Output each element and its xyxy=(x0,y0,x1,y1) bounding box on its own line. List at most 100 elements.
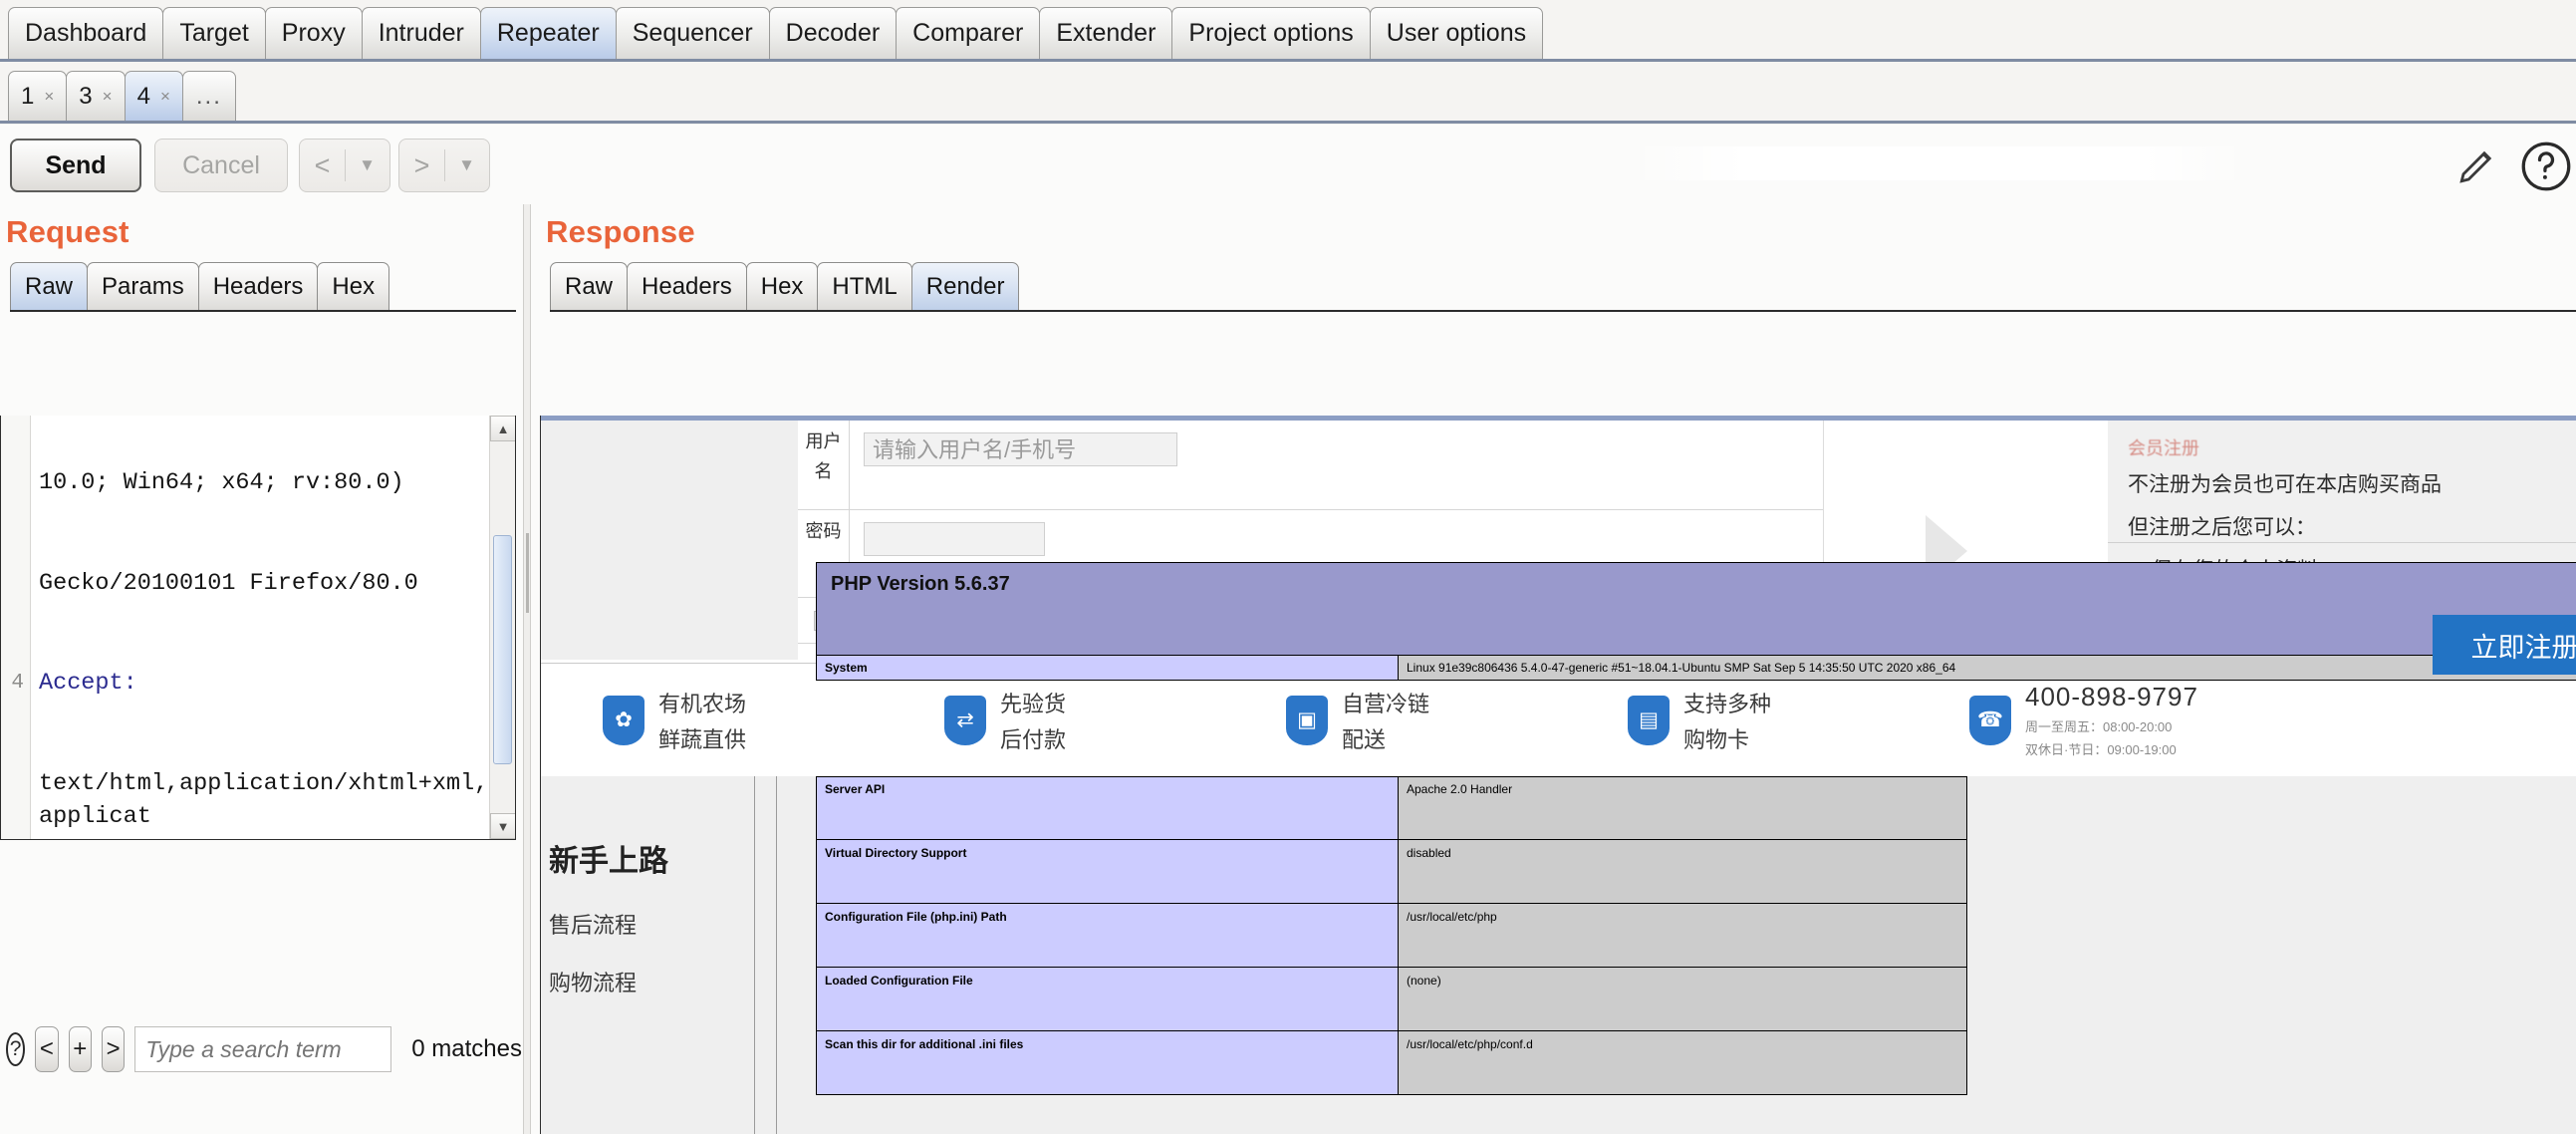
cancel-button[interactable]: Cancel xyxy=(154,139,288,192)
password-input[interactable] xyxy=(864,522,1045,556)
request-scrollbar[interactable]: ▲ ▼ xyxy=(489,416,515,839)
response-tab-raw[interactable]: Raw xyxy=(550,262,629,310)
scroll-down-icon[interactable]: ▼ xyxy=(490,813,515,839)
phpinfo-row: Scan this dir for additional .ini files … xyxy=(816,1031,1967,1095)
search-prev-button[interactable]: < xyxy=(35,1026,59,1072)
repeater-tab-4[interactable]: 4 × xyxy=(124,71,183,121)
request-tab-headers[interactable]: Headers xyxy=(197,262,319,310)
main-tab-label: Sequencer xyxy=(632,19,753,47)
go-back-button[interactable]: < ▼ xyxy=(299,139,390,192)
main-tab-decoder[interactable]: Decoder xyxy=(768,7,898,59)
phpinfo-key: Loaded Configuration File xyxy=(816,968,1399,1031)
pencil-icon[interactable] xyxy=(2456,144,2498,186)
response-tab-bar: Raw Headers Hex HTML Render xyxy=(550,262,2576,312)
phpinfo-row: Configuration File (php.ini) Path /usr/l… xyxy=(816,904,1967,968)
service-line-2: 购物卡 xyxy=(1683,726,1750,752)
footer-column-beginner: 新手上路 售后流程 购物流程 xyxy=(549,836,848,1023)
repeater-tab-label: ... xyxy=(195,82,222,110)
chevron-left-icon: < xyxy=(314,149,331,180)
close-icon[interactable]: × xyxy=(103,87,113,107)
main-tab-dashboard[interactable]: Dashboard xyxy=(8,7,164,59)
go-forward-button[interactable]: > ▼ xyxy=(398,139,490,192)
tab-label: Params xyxy=(102,272,184,300)
response-tab-html[interactable]: HTML xyxy=(817,262,912,310)
header-key: Accept: xyxy=(39,670,137,697)
divider xyxy=(776,776,777,1134)
tab-label: Headers xyxy=(212,272,304,300)
main-tab-repeater[interactable]: Repeater xyxy=(479,7,617,59)
response-tab-render[interactable]: Render xyxy=(910,262,1020,310)
search-add-button[interactable]: + xyxy=(68,1026,92,1072)
response-tab-headers[interactable]: Headers xyxy=(627,262,747,310)
main-tab-comparer[interactable]: Comparer xyxy=(896,7,1041,59)
response-tab-hex[interactable]: Hex xyxy=(745,262,819,310)
main-tab-project-options[interactable]: Project options xyxy=(1171,7,1371,59)
phpinfo-row: Loaded Configuration File (none) xyxy=(816,968,1967,1031)
close-icon[interactable]: × xyxy=(44,87,54,107)
repeater-tab-new[interactable]: ... xyxy=(181,71,236,121)
search-input[interactable] xyxy=(134,1026,392,1072)
service-line-2: 后付款 xyxy=(1000,726,1067,752)
code-line: 10.0; Win64; x64; rv:80.0) xyxy=(1,466,489,500)
phpinfo-key: System xyxy=(816,655,1399,681)
main-tab-user-options[interactable]: User options xyxy=(1369,7,1544,59)
request-search-bar: ? < + > 0 matches xyxy=(0,1018,522,1080)
scrollbar-thumb[interactable] xyxy=(493,535,512,764)
service-item-hotline: ☎ 400-898-9797 周一至周五：08:00-20:00 双休日·节日：… xyxy=(1969,682,2311,758)
scroll-up-icon[interactable]: ▲ xyxy=(490,416,515,441)
footer-link[interactable]: 购物流程 xyxy=(549,966,848,997)
service-line-1: 先验货 xyxy=(1000,691,1067,716)
cold-chain-truck-icon: ▣ xyxy=(1286,695,1328,745)
service-item-cold-chain: ▣ 自营冷链 配送 xyxy=(1286,687,1628,754)
tab-label: Hex xyxy=(332,272,376,300)
hotline-weekend-hours: 双休日·节日：09:00-19:00 xyxy=(2025,742,2177,757)
main-tab-label: Dashboard xyxy=(25,19,147,47)
service-line-2: 配送 xyxy=(1342,726,1387,752)
page-footer: 新手上路 售后流程 购物流程 手机常识 如何分辨原装电池 如何分辨水货手机 配送… xyxy=(541,776,2576,1134)
username-input[interactable]: 请输入用户名/手机号 xyxy=(864,432,1177,466)
repeater-tab-1[interactable]: 1 × xyxy=(8,71,68,121)
chevron-down-icon[interactable]: ▼ xyxy=(346,155,389,175)
service-line-1: 支持多种 xyxy=(1683,691,1772,716)
send-button[interactable]: Send xyxy=(10,139,141,192)
help-icon[interactable] xyxy=(2520,141,2572,192)
request-tab-hex[interactable]: Hex xyxy=(317,262,390,310)
main-tab-sequencer[interactable]: Sequencer xyxy=(615,7,770,59)
tab-label: Raw xyxy=(25,272,74,300)
main-tab-label: Comparer xyxy=(912,19,1024,47)
register-heading: 会员注册 xyxy=(2128,438,2199,458)
request-tab-raw[interactable]: Raw xyxy=(10,262,89,310)
panel-split-handle[interactable] xyxy=(523,204,531,1134)
phone-icon: ☎ xyxy=(1969,695,2011,745)
request-tab-params[interactable]: Params xyxy=(87,262,199,310)
repeater-tab-3[interactable]: 3 × xyxy=(66,71,126,121)
phpinfo-value: (none) xyxy=(1399,968,1967,1031)
phpinfo-value: Apache 2.0 Handler xyxy=(1399,776,1967,840)
response-panel-title: Response xyxy=(546,214,695,249)
footer-column-title: 新手上路 xyxy=(549,845,668,878)
phpinfo-value: disabled xyxy=(1399,840,1967,904)
chevron-down-icon[interactable]: ▼ xyxy=(445,155,489,175)
close-icon[interactable]: × xyxy=(160,87,170,107)
main-tab-target[interactable]: Target xyxy=(162,7,266,59)
tab-label: Hex xyxy=(760,272,804,300)
request-code: 10.0; Win64; x64; rv:80.0) Gecko/2010010… xyxy=(1,416,489,839)
inspect-before-pay-icon: ⇄ xyxy=(944,695,986,745)
phpinfo-key: Scan this dir for additional .ini files xyxy=(816,1031,1399,1095)
request-raw-editor[interactable]: 10.0; Win64; x64; rv:80.0) Gecko/2010010… xyxy=(0,416,516,840)
response-render-pane[interactable]: 用户名 请输入用户名/手机号 密码 请保存我这次的登录信息。 xyxy=(540,416,2576,1134)
repeater-tab-label: 4 xyxy=(136,82,150,110)
service-item-organic-farm: ✿ 有机农场 鲜蔬直供 xyxy=(603,687,944,754)
question-mark-icon[interactable]: ? xyxy=(6,1032,26,1066)
main-tab-intruder[interactable]: Intruder xyxy=(361,7,481,59)
main-tab-extender[interactable]: Extender xyxy=(1039,7,1173,59)
redacted-area xyxy=(1630,146,2247,180)
main-tab-proxy[interactable]: Proxy xyxy=(264,7,363,59)
footer-link[interactable]: 售后流程 xyxy=(549,908,848,940)
phpinfo-table: Server API Apache 2.0 Handler Virtual Di… xyxy=(816,776,1967,1095)
search-next-button[interactable]: > xyxy=(101,1026,126,1072)
code-line: 4 Accept: xyxy=(1,667,489,701)
register-now-button[interactable]: 立即注册 xyxy=(2433,615,2576,675)
main-tab-label: Extender xyxy=(1056,19,1157,47)
repeater-tab-label: 3 xyxy=(79,82,93,110)
